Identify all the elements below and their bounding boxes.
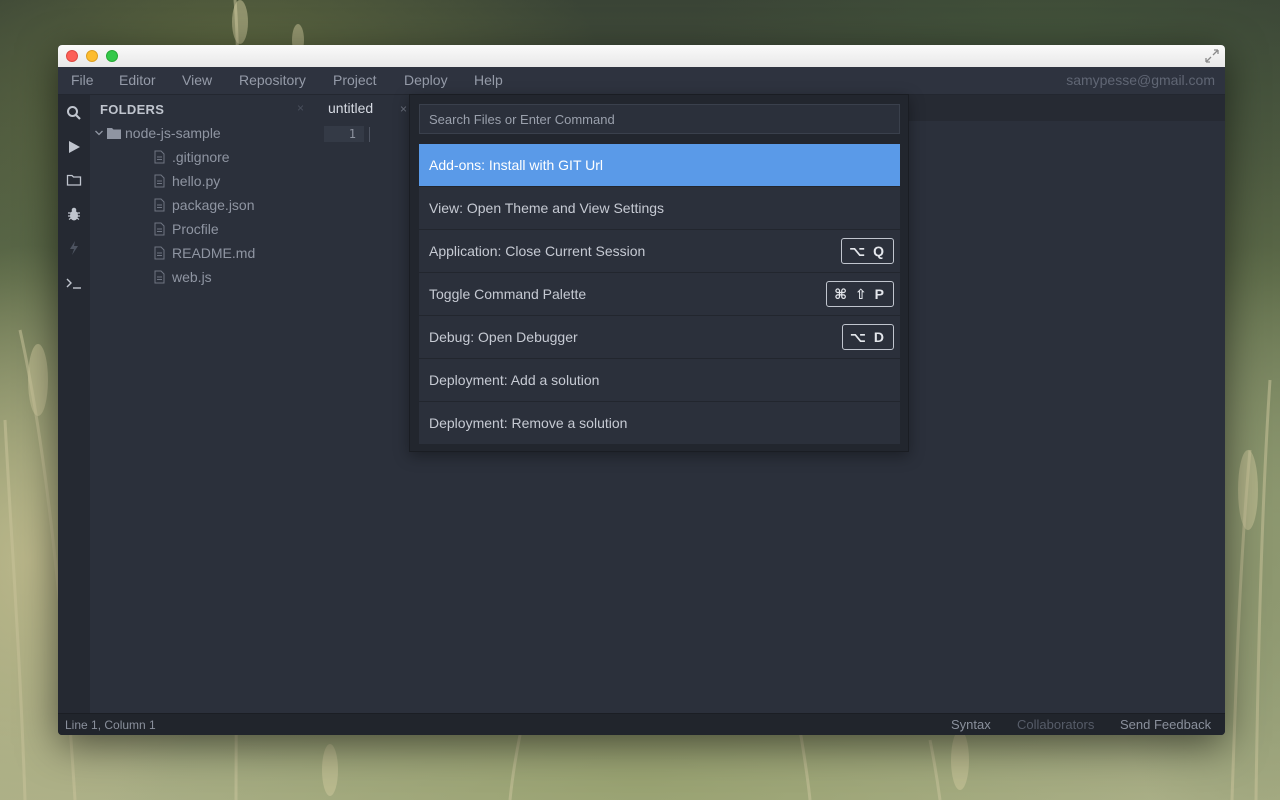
shortcut-badge: ⌥ D (841, 324, 894, 350)
minimize-window-button[interactable] (86, 50, 98, 62)
command-label: Debug: Open Debugger (429, 329, 578, 345)
syntax-button[interactable]: Syntax (951, 717, 991, 732)
command-search-input[interactable] (419, 104, 900, 134)
command-label: Application: Close Current Session (429, 243, 646, 259)
fullscreen-icon[interactable] (1204, 48, 1220, 64)
line-number: 1 (348, 127, 356, 141)
file-label: hello.py (172, 173, 221, 189)
folders-title: FOLDERS (100, 102, 165, 117)
folder-label: node-js-sample (125, 125, 221, 141)
left-toolbar (58, 95, 90, 713)
menu-bar: File Editor View Repository Project Depl… (58, 67, 1225, 95)
command-result[interactable]: View: Open Theme and View Settings (419, 187, 900, 230)
menu-help[interactable]: Help (474, 67, 503, 94)
file-icon (154, 222, 165, 236)
command-result[interactable]: Deployment: Add a solution (419, 359, 900, 402)
command-results: Add-ons: Install with GIT Url View: Open… (419, 144, 900, 444)
command-label: Toggle Command Palette (429, 286, 587, 302)
shortcut-badge: ⌘ ⇧ P (826, 281, 894, 307)
file-label: web.js (172, 269, 212, 285)
command-label: View: Open Theme and View Settings (429, 200, 665, 216)
bug-icon[interactable] (66, 206, 82, 222)
zoom-window-button[interactable] (106, 50, 118, 62)
folder-icon[interactable] (66, 172, 82, 188)
title-bar (58, 45, 1225, 68)
lightning-icon[interactable] (66, 240, 82, 256)
sidebar-close-icon[interactable]: × (297, 101, 304, 115)
account-email[interactable]: samypesse@gmail.com (1066, 67, 1215, 94)
command-result[interactable]: Debug: Open Debugger ⌥ D (419, 316, 900, 359)
command-result[interactable]: Deployment: Remove a solution (419, 402, 900, 444)
menu-project[interactable]: Project (333, 67, 377, 94)
file-label: package.json (172, 197, 255, 213)
tab-untitled[interactable]: untitled (328, 100, 373, 116)
close-window-button[interactable] (66, 50, 78, 62)
collaborators-button[interactable]: Collaborators (1017, 717, 1094, 732)
send-feedback-button[interactable]: Send Feedback (1120, 717, 1211, 732)
folder-icon (107, 128, 121, 139)
text-cursor (369, 127, 370, 142)
shortcut-badge: ⌥ Q (841, 238, 894, 264)
play-icon[interactable] (66, 139, 82, 155)
command-palette: Add-ons: Install with GIT Url View: Open… (409, 94, 909, 452)
file-icon (154, 150, 165, 164)
search-icon[interactable] (66, 105, 82, 121)
file-icon (154, 174, 165, 188)
tab-close-icon[interactable]: × (400, 102, 407, 116)
file-icon (154, 270, 165, 284)
status-bar: Line 1, Column 1 Syntax Collaborators Se… (58, 713, 1225, 735)
file-icon (154, 246, 165, 260)
command-label: Deployment: Remove a solution (429, 415, 628, 431)
menu-file[interactable]: File (71, 67, 94, 94)
tab-bar-empty (908, 95, 1225, 121)
command-result[interactable]: Toggle Command Palette ⌘ ⇧ P (419, 273, 900, 316)
file-icon (154, 198, 165, 212)
command-result[interactable]: Application: Close Current Session ⌥ Q (419, 230, 900, 273)
menu-editor[interactable]: Editor (119, 67, 156, 94)
chevron-down-icon[interactable] (94, 128, 104, 138)
menu-deploy[interactable]: Deploy (404, 67, 448, 94)
command-label: Add-ons: Install with GIT Url (429, 157, 604, 173)
file-label: Procfile (172, 221, 219, 237)
folders-sidebar: FOLDERS × node-js-sample .gitignore hell… (90, 95, 320, 713)
menu-repository[interactable]: Repository (239, 67, 306, 94)
command-result[interactable]: Add-ons: Install with GIT Url (419, 144, 900, 187)
file-label: README.md (172, 245, 256, 261)
command-label: Deployment: Add a solution (429, 372, 600, 388)
cursor-position: Line 1, Column 1 (65, 718, 156, 732)
terminal-icon[interactable] (66, 275, 82, 291)
menu-view[interactable]: View (182, 67, 212, 94)
file-label: .gitignore (172, 149, 230, 165)
